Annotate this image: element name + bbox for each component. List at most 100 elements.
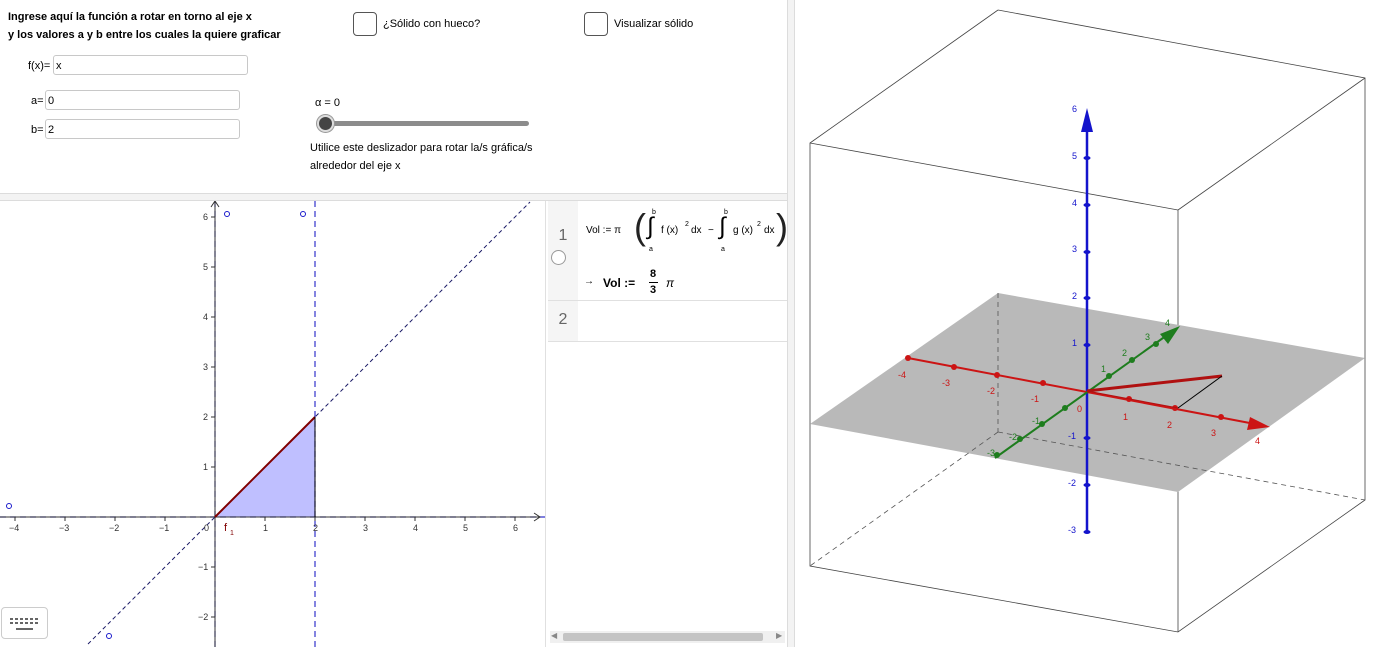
lower-limit: a xyxy=(721,246,725,253)
point-marker[interactable] xyxy=(224,211,230,217)
y-tick-label: 4 xyxy=(203,312,208,322)
instruction-text: Ingrese aquí la función a rotar en torno… xyxy=(8,8,281,44)
exponent: 2 xyxy=(757,221,761,228)
graphics-3d-view[interactable]: 6 5 4 3 2 1 -1 -2 -3 -4 -3 -2 -1 0 1 2 3… xyxy=(795,0,1382,647)
z-tick-label: 6 xyxy=(1072,104,1077,114)
y3d-tick-label: -1 xyxy=(1032,416,1040,426)
right-paren: ) xyxy=(776,206,788,247)
x-tick-label: 1 xyxy=(263,523,268,533)
alpha-slider-handle[interactable] xyxy=(317,115,334,132)
result-name: Vol := xyxy=(603,276,636,290)
z-tick-label: 3 xyxy=(1072,244,1077,254)
y3d-tick-label: -3 xyxy=(987,448,995,458)
show-solid-checkbox[interactable] xyxy=(584,12,608,36)
scrollbar-thumb[interactable] xyxy=(563,633,763,641)
fraction-bar xyxy=(649,282,658,283)
curve-label-subscript: 1 xyxy=(230,530,234,537)
x3d-tick-label: -3 xyxy=(942,378,950,388)
z-tick-label: -2 xyxy=(1068,478,1076,488)
horizontal-splitter[interactable] xyxy=(0,193,787,201)
integrand-f: f (x) xyxy=(661,225,679,236)
x-tick-label: −1 xyxy=(159,523,169,533)
graphics-2d-view[interactable]: −4 −3 −2 −1 0 1 2 3 4 5 6 6 5 4 3 2 1 −1… xyxy=(0,201,545,647)
a-label: a= xyxy=(31,95,44,107)
keyboard-button[interactable] xyxy=(1,607,48,639)
x3d-tick-label: 4 xyxy=(1255,436,1260,446)
result-denominator: 3 xyxy=(650,284,657,296)
x-tick-label: −3 xyxy=(59,523,69,533)
x3d-tick-label: -4 xyxy=(898,370,906,380)
minus-sign: − xyxy=(708,225,714,236)
z-tick-label: 4 xyxy=(1072,198,1077,208)
volume-formula: Vol := π ( b ∫ a f (x) 2 dx − b ∫ a g (x… xyxy=(586,206,788,259)
scroll-right-icon[interactable]: ▶ xyxy=(776,631,782,640)
point-marker[interactable] xyxy=(6,503,12,509)
x3d-tick-label: 3 xyxy=(1211,428,1216,438)
b-input[interactable]: 2 xyxy=(45,119,240,139)
hollow-solid-label: ¿Sólido con hueco? xyxy=(383,18,481,30)
visibility-toggle[interactable] xyxy=(551,250,566,265)
z-tick-label: 2 xyxy=(1072,291,1077,301)
scroll-left-icon[interactable]: ◀ xyxy=(551,631,557,640)
algebra-input-row[interactable] xyxy=(578,301,787,341)
y-tick-label: 5 xyxy=(203,262,208,272)
slider-hint: Utilice este deslizador para rotar la/s … xyxy=(310,139,533,175)
x3d-tick-label: 0 xyxy=(1077,404,1082,414)
b-label: b= xyxy=(31,124,44,136)
volume-result: → Vol := 8 3 π xyxy=(584,268,784,298)
x-tick-label: 2 xyxy=(313,523,318,533)
alpha-slider-track[interactable] xyxy=(320,121,529,126)
exponent: 2 xyxy=(685,221,689,228)
instruction-line2: y los valores a y b entre los cuales la … xyxy=(8,29,281,41)
x3d-tick-label: 1 xyxy=(1123,412,1128,422)
x-tick-label: −4 xyxy=(9,523,19,533)
y3d-tick-label: -2 xyxy=(1009,432,1017,442)
z-tick-label: -1 xyxy=(1068,431,1076,441)
z-tick-label: -3 xyxy=(1068,525,1076,535)
fx-label: f(x)= xyxy=(28,60,51,72)
x-tick-label: 0 xyxy=(204,523,209,533)
y3d-tick-label: 2 xyxy=(1122,348,1127,358)
x-tick-label: 6 xyxy=(513,523,518,533)
y-tick-label: −1 xyxy=(198,562,208,572)
y-tick-label: 2 xyxy=(203,412,208,422)
curve-label: f xyxy=(224,522,228,534)
fx-input[interactable]: x xyxy=(53,55,248,75)
y-tick-label: 6 xyxy=(203,212,208,222)
keyboard-icon xyxy=(10,618,38,630)
point-marker[interactable] xyxy=(300,211,306,217)
y3d-tick-label: 3 xyxy=(1145,332,1150,342)
hollow-solid-checkbox[interactable] xyxy=(353,12,377,36)
z-axis-arrow xyxy=(1081,108,1093,132)
integral-sign: ∫ xyxy=(719,213,726,240)
instruction-line1: Ingrese aquí la función a rotar en torno… xyxy=(8,11,252,23)
differential: dx xyxy=(764,225,775,236)
z-tick-label: 5 xyxy=(1072,151,1077,161)
vertical-splitter[interactable] xyxy=(787,0,795,647)
algebra-row-separator xyxy=(548,341,787,342)
integrand-g: g (x) xyxy=(733,225,753,236)
formula-prefix: Vol := π xyxy=(586,225,621,236)
x-tick-label: 4 xyxy=(413,523,418,533)
y-tick-label: 1 xyxy=(203,462,208,472)
x3d-tick-label: -2 xyxy=(987,386,995,396)
point-marker[interactable] xyxy=(106,633,112,639)
x3d-tick-label: -1 xyxy=(1031,394,1039,404)
y-tick-label: −2 xyxy=(198,612,208,622)
result-pi: π xyxy=(666,276,675,290)
y3d-tick-label: 1 xyxy=(1101,364,1106,374)
y-tick-label: 3 xyxy=(203,362,208,372)
algebra-scrollbar[interactable]: ◀ ▶ xyxy=(550,631,785,643)
x-tick-label: −2 xyxy=(109,523,119,533)
integral-sign: ∫ xyxy=(647,213,654,240)
differential: dx xyxy=(691,225,702,236)
show-solid-label: Visualizar sólido xyxy=(614,18,694,30)
x3d-tick-label: 2 xyxy=(1167,420,1172,430)
a-input[interactable]: 0 xyxy=(45,90,240,110)
result-numerator: 8 xyxy=(650,268,657,280)
slider-hint-line1: Utilice este deslizador para rotar la/s … xyxy=(310,142,533,154)
y3d-tick-label: 4 xyxy=(1165,318,1170,328)
left-paren: ( xyxy=(634,206,646,247)
lower-limit: a xyxy=(649,246,653,253)
algebra-row-number: 2 xyxy=(558,311,568,328)
